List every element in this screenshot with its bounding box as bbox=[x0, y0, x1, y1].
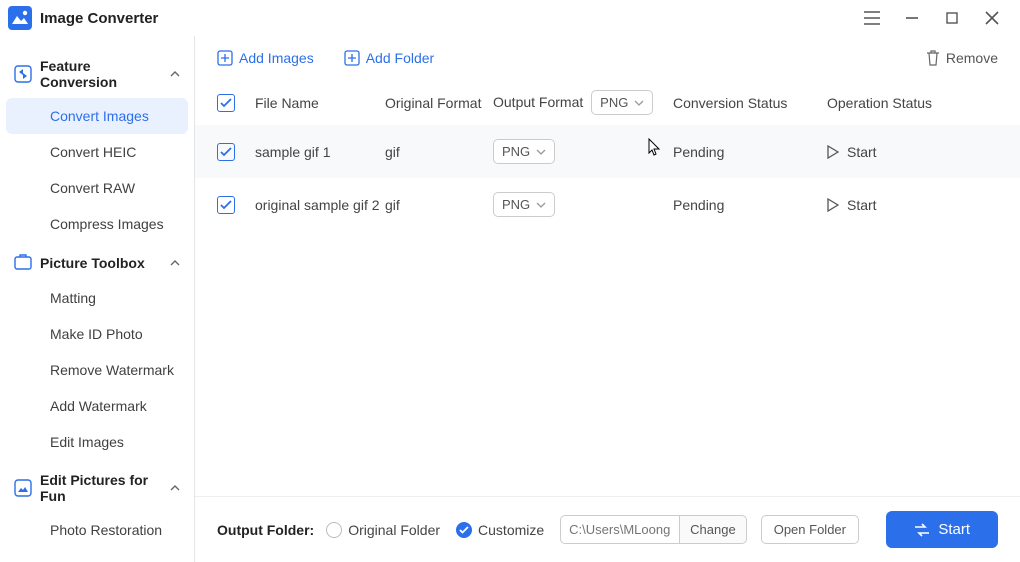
output-format-select[interactable]: PNG bbox=[493, 139, 555, 164]
start-button[interactable]: Start bbox=[886, 511, 998, 548]
sidebar-item-remove-watermark[interactable]: Remove Watermark bbox=[6, 352, 188, 388]
sidebar-group-edit-pictures-for-fun[interactable]: Edit Pictures for Fun bbox=[0, 464, 194, 512]
sidebar: Feature Conversion Convert Images Conver… bbox=[0, 36, 195, 562]
minimize-icon[interactable] bbox=[892, 2, 932, 34]
table-row: sample gif 1 gif PNG Pending Start bbox=[195, 125, 1020, 178]
col-header-conversion-status: Conversion Status bbox=[673, 95, 827, 111]
chevron-up-icon bbox=[170, 485, 180, 491]
chevron-up-icon bbox=[170, 71, 180, 77]
file-table: File Name Original Format Output Format … bbox=[195, 80, 1020, 496]
start-row-button[interactable]: Start bbox=[827, 144, 998, 160]
menu-icon[interactable] bbox=[852, 2, 892, 34]
start-row-button[interactable]: Start bbox=[827, 197, 998, 213]
feature-conversion-icon bbox=[14, 65, 32, 83]
col-header-operation-status: Operation Status bbox=[827, 95, 998, 111]
customize-radio[interactable] bbox=[456, 522, 472, 538]
chevron-up-icon bbox=[170, 260, 180, 266]
app-title: Image Converter bbox=[40, 10, 158, 27]
customize-label: Customize bbox=[478, 522, 544, 538]
file-name-cell: sample gif 1 bbox=[255, 144, 385, 160]
conversion-status-cell: Pending bbox=[673, 197, 827, 213]
play-icon bbox=[827, 198, 839, 212]
add-images-icon bbox=[217, 50, 233, 66]
original-folder-radio[interactable] bbox=[326, 522, 342, 538]
col-header-original-format: Original Format bbox=[385, 95, 493, 111]
sidebar-item-photo-restoration[interactable]: Photo Restoration bbox=[6, 512, 188, 548]
trash-icon bbox=[926, 50, 940, 66]
sidebar-group-picture-toolbox[interactable]: Picture Toolbox bbox=[0, 246, 194, 280]
remove-button[interactable]: Remove bbox=[926, 50, 998, 66]
sidebar-item-edit-images[interactable]: Edit Images bbox=[6, 424, 188, 460]
select-all-checkbox[interactable] bbox=[217, 94, 235, 112]
table-row: original sample gif 2 gif PNG Pending St… bbox=[217, 178, 998, 231]
sidebar-item-convert-heic[interactable]: Convert HEIC bbox=[6, 134, 188, 170]
play-icon bbox=[827, 145, 839, 159]
sidebar-item-matting[interactable]: Matting bbox=[6, 280, 188, 316]
sidebar-item-add-watermark[interactable]: Add Watermark bbox=[6, 388, 188, 424]
open-folder-button[interactable]: Open Folder bbox=[761, 515, 859, 544]
conversion-status-cell: Pending bbox=[673, 144, 827, 160]
add-images-button[interactable]: Add Images bbox=[217, 50, 314, 66]
col-header-output-format: Output Format PNG bbox=[493, 90, 673, 115]
app-logo-icon bbox=[8, 6, 32, 30]
original-folder-label: Original Folder bbox=[348, 522, 440, 538]
picture-toolbox-icon bbox=[14, 254, 32, 272]
row-checkbox[interactable] bbox=[217, 143, 235, 161]
output-folder-label: Output Folder: bbox=[217, 522, 314, 538]
change-button[interactable]: Change bbox=[680, 515, 747, 544]
original-format-cell: gif bbox=[385, 144, 493, 160]
output-format-all-select[interactable]: PNG bbox=[591, 90, 653, 115]
row-checkbox[interactable] bbox=[217, 196, 235, 214]
sidebar-item-convert-raw[interactable]: Convert RAW bbox=[6, 170, 188, 206]
chevron-down-icon bbox=[536, 149, 546, 155]
original-format-cell: gif bbox=[385, 197, 493, 213]
add-folder-button[interactable]: Add Folder bbox=[344, 50, 434, 66]
sidebar-item-make-id-photo[interactable]: Make ID Photo bbox=[6, 316, 188, 352]
chevron-down-icon bbox=[634, 100, 644, 106]
chevron-down-icon bbox=[536, 202, 546, 208]
output-path-input[interactable] bbox=[560, 515, 680, 544]
maximize-icon[interactable] bbox=[932, 2, 972, 34]
convert-icon bbox=[914, 523, 930, 537]
edit-pictures-icon bbox=[14, 479, 32, 497]
output-format-select[interactable]: PNG bbox=[493, 192, 555, 217]
add-folder-icon bbox=[344, 50, 360, 66]
sidebar-item-convert-images[interactable]: Convert Images bbox=[6, 98, 188, 134]
sidebar-group-feature-conversion[interactable]: Feature Conversion bbox=[0, 50, 194, 98]
close-icon[interactable] bbox=[972, 2, 1012, 34]
col-header-file-name: File Name bbox=[255, 95, 385, 111]
sidebar-item-compress-images[interactable]: Compress Images bbox=[6, 206, 188, 242]
file-name-cell: original sample gif 2 bbox=[255, 197, 385, 213]
